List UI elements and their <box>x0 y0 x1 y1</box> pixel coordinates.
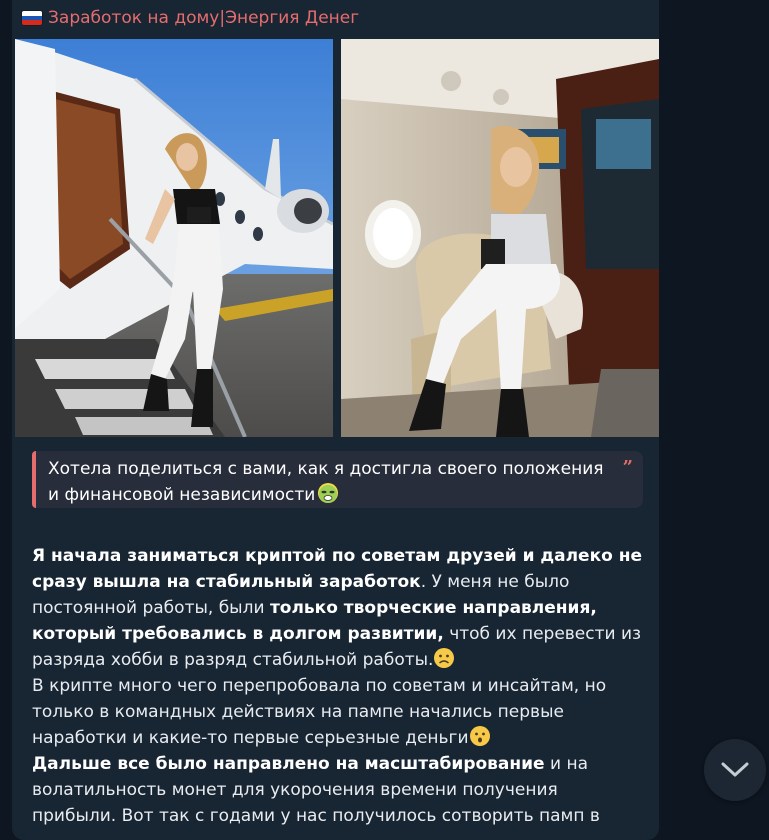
hushed-face-emoji <box>469 726 490 746</box>
quote-block: Хотела поделиться с вами, как я достигла… <box>32 451 643 508</box>
sender-name-text: Заработок на дому|Энергия Денег <box>48 8 360 28</box>
frowning-face-emoji <box>434 648 455 668</box>
quote-mark-icon: ” <box>622 457 633 478</box>
body-p2: В крипте много чего перепробовала по сов… <box>32 676 607 748</box>
photo-jet-cabin[interactable] <box>341 39 659 437</box>
message-body: Я начала заниматься криптой по советам д… <box>32 543 644 829</box>
scroll-down-button[interactable] <box>704 739 766 801</box>
russia-flag-icon <box>22 11 42 25</box>
nauseated-face-emoji <box>318 483 339 503</box>
sender-name[interactable]: Заработок на дому|Энергия Денег <box>22 8 359 28</box>
body-p3-bold: Дальше все было направлено на масштабиро… <box>32 754 545 774</box>
photo-jet-stairs[interactable] <box>15 39 333 437</box>
chevron-down-icon <box>721 762 749 777</box>
